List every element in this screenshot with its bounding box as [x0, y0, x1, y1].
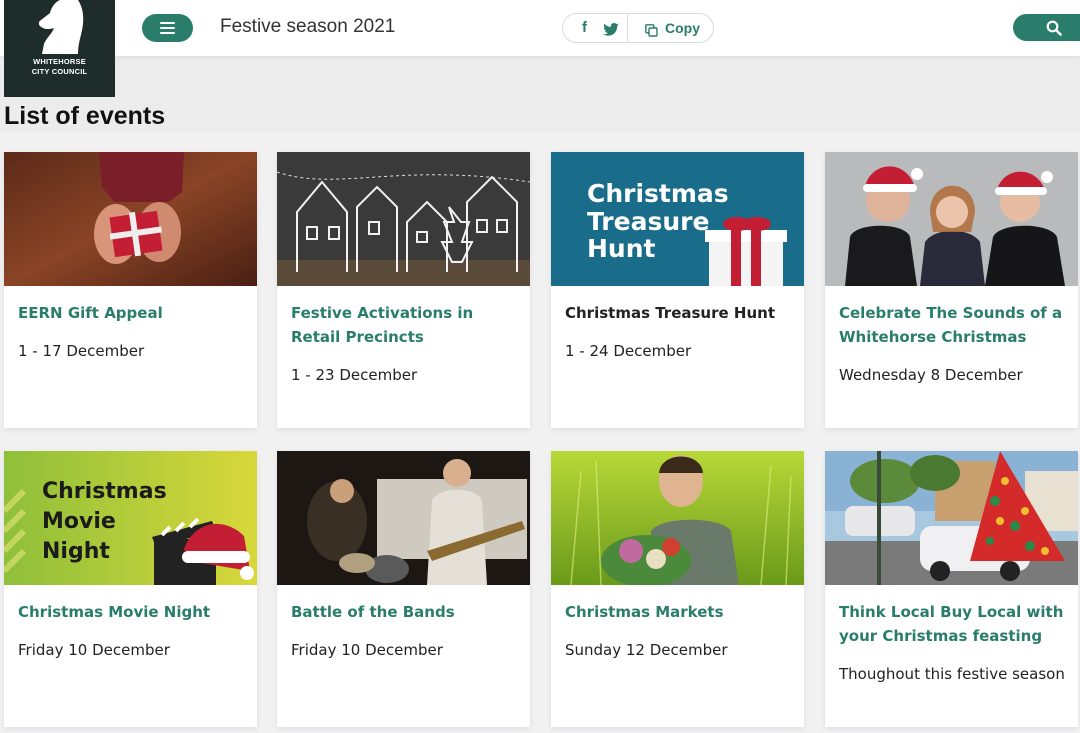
event-date: 1 - 17 December: [18, 342, 145, 360]
share-divider: [627, 14, 628, 42]
event-card[interactable]: EERN Gift Appeal 1 - 17 December: [4, 152, 257, 428]
logo-line-1: WHITEHORSE: [33, 57, 86, 66]
image-text: Treasure: [587, 207, 710, 236]
event-image-window-art: [277, 152, 530, 286]
event-card[interactable]: Think Local Buy Local with your Christma…: [825, 451, 1078, 727]
event-card[interactable]: Christmas Markets Sunday 12 December: [551, 451, 804, 727]
facebook-icon[interactable]: f: [582, 19, 587, 36]
copy-button[interactable]: Copy: [665, 20, 700, 36]
event-date: Wednesday 8 December: [839, 366, 1023, 384]
event-image-markets: [551, 451, 804, 585]
search-button[interactable]: [1013, 14, 1080, 41]
share-bar: f Copy: [562, 13, 714, 43]
twitter-icon[interactable]: [603, 21, 619, 40]
event-title[interactable]: EERN Gift Appeal: [18, 301, 246, 325]
logo-line-2: CITY COUNCIL: [31, 67, 88, 76]
image-text: Night: [42, 539, 110, 564]
event-title[interactable]: Christmas Movie Night: [18, 600, 246, 624]
event-image-movie-night: Christmas Movie Night: [4, 451, 257, 585]
event-title[interactable]: Celebrate The Sounds of a Whitehorse Chr…: [839, 301, 1067, 349]
event-card[interactable]: Battle of the Bands Friday 10 December: [277, 451, 530, 727]
image-text: Hunt: [587, 234, 656, 263]
event-image-band: [277, 451, 530, 585]
event-card[interactable]: Christmas Treasure Hunt Christmas Treasu…: [551, 152, 804, 428]
page-title: Festive season 2021: [220, 16, 396, 37]
image-text: Movie: [42, 509, 116, 534]
image-text: Christmas: [42, 479, 167, 504]
chess-knight-icon: [38, 0, 84, 54]
event-date: Thoughout this festive season: [839, 665, 1065, 683]
event-title[interactable]: Christmas Treasure Hunt: [565, 301, 793, 325]
event-image-street-tree: [825, 451, 1078, 585]
event-image-gift: [4, 152, 257, 286]
event-card[interactable]: Festive Activations in Retail Precincts …: [277, 152, 530, 428]
event-title[interactable]: Battle of the Bands: [291, 600, 519, 624]
top-bar: Festive season 2021 f Copy: [0, 0, 1080, 56]
event-title[interactable]: Think Local Buy Local with your Christma…: [839, 600, 1067, 648]
event-date: 1 - 23 December: [291, 366, 418, 384]
menu-button[interactable]: [142, 14, 193, 42]
event-card[interactable]: Celebrate The Sounds of a Whitehorse Chr…: [825, 152, 1078, 428]
event-date: Friday 10 December: [18, 641, 170, 659]
copy-icon[interactable]: [645, 22, 658, 41]
list-heading: List of events: [4, 102, 166, 130]
event-image-singers: [825, 152, 1078, 286]
event-card[interactable]: Christmas Movie Night Christmas Movie Ni…: [4, 451, 257, 727]
search-icon: [1046, 20, 1062, 36]
event-date: Sunday 12 December: [565, 641, 728, 659]
event-image-treasure-hunt: Christmas Treasure Hunt: [551, 152, 804, 286]
event-title[interactable]: Christmas Markets: [565, 600, 793, 624]
menu-icon: [160, 22, 175, 25]
event-title[interactable]: Festive Activations in Retail Precincts: [291, 301, 519, 349]
event-date: Friday 10 December: [291, 641, 443, 659]
image-text: Christmas: [587, 179, 729, 208]
council-logo[interactable]: WHITEHORSE CITY COUNCIL: [4, 0, 115, 97]
event-date: 1 - 24 December: [565, 342, 692, 360]
